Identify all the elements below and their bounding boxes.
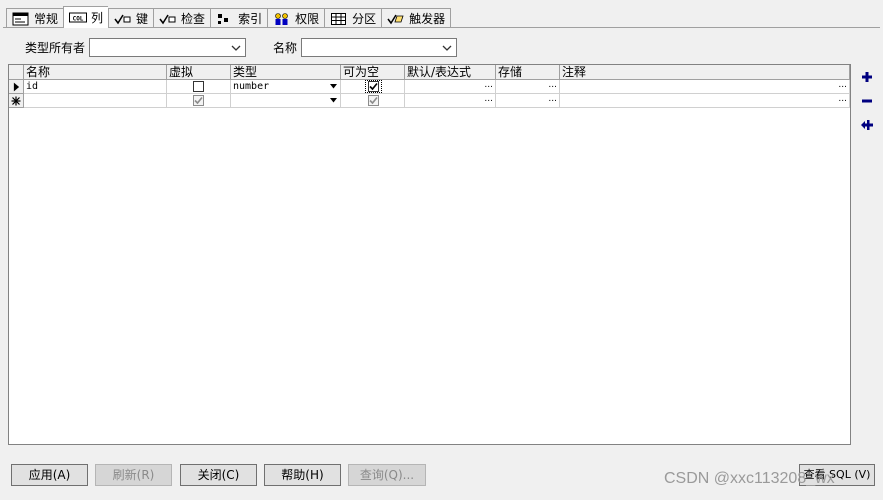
- ellipsis-button[interactable]: ...: [548, 94, 557, 105]
- index-icon: [216, 12, 234, 26]
- tab-columns-label: 列: [91, 11, 104, 25]
- tab-partitions-label: 分区: [352, 12, 377, 26]
- tab-indexes-label: 索引: [238, 12, 263, 26]
- nullable-checkbox[interactable]: [368, 81, 379, 92]
- watermark: CSDN @xxc113208_wx: [664, 470, 835, 487]
- tab-bar: 常规 COL 列 键 检查 索引 权限 分区 触发器: [6, 6, 452, 28]
- refresh-button[interactable]: 刷新(R): [95, 464, 172, 486]
- checkmark-icon: [369, 82, 378, 91]
- add-column-button[interactable]: [859, 69, 875, 85]
- help-button[interactable]: 帮助(H): [264, 464, 341, 486]
- table-row[interactable]: ... ... ...: [9, 94, 850, 108]
- cell-nullable[interactable]: [341, 94, 405, 108]
- dropdown-arrow-icon[interactable]: [330, 84, 337, 89]
- header-virtual[interactable]: 虚拟: [167, 65, 231, 80]
- virtual-checkbox[interactable]: [193, 95, 204, 106]
- cell-storage[interactable]: ...: [496, 80, 560, 94]
- cell-name[interactable]: id: [24, 80, 167, 94]
- ellipsis-button[interactable]: ...: [838, 94, 847, 105]
- tab-checks-label: 检查: [181, 12, 206, 26]
- columns-grid[interactable]: 名称 虚拟 类型 可为空 默认/表达式 存储 注释 id number ...: [8, 64, 851, 445]
- partition-icon: [330, 12, 348, 26]
- privileges-icon: [273, 12, 291, 26]
- type-owner-combo[interactable]: [89, 38, 246, 57]
- tab-general[interactable]: 常规: [6, 8, 64, 28]
- type-name-label: 名称: [273, 41, 298, 55]
- tab-columns[interactable]: COL 列: [63, 6, 109, 28]
- table-row[interactable]: id number ... ... ...: [9, 80, 850, 94]
- cell-default[interactable]: ...: [405, 94, 496, 108]
- tab-partitions[interactable]: 分区: [324, 8, 382, 28]
- nullable-checkbox[interactable]: [368, 95, 379, 106]
- header-comment[interactable]: 注释: [560, 65, 850, 80]
- remove-column-button[interactable]: [859, 93, 875, 109]
- cell-type[interactable]: [231, 94, 341, 108]
- tab-indexes[interactable]: 索引: [210, 8, 268, 28]
- general-icon: [12, 12, 30, 26]
- query-button[interactable]: 查询(Q)...: [348, 464, 426, 486]
- ellipsis-button[interactable]: ...: [548, 80, 557, 91]
- cell-comment[interactable]: ...: [560, 94, 850, 108]
- new-row-icon: [9, 94, 24, 108]
- virtual-checkbox[interactable]: [193, 81, 204, 92]
- cell-comment[interactable]: ...: [560, 80, 850, 94]
- cell-storage[interactable]: ...: [496, 94, 560, 108]
- insert-icon: [861, 120, 873, 130]
- cell-type-value: number: [233, 81, 270, 92]
- plus-icon: [862, 72, 872, 82]
- ellipsis-button[interactable]: ...: [484, 94, 493, 105]
- key-icon: [114, 12, 132, 26]
- header-name[interactable]: 名称: [24, 65, 167, 80]
- tab-general-label: 常规: [34, 12, 59, 26]
- cell-nullable[interactable]: [341, 80, 405, 94]
- tab-privileges-label: 权限: [295, 12, 320, 26]
- header-indicator: [9, 65, 24, 80]
- header-type[interactable]: 类型: [231, 65, 341, 80]
- svg-text:COL: COL: [73, 15, 84, 22]
- dropdown-arrow-icon[interactable]: [330, 98, 337, 103]
- chevron-down-icon: [231, 45, 241, 51]
- cell-type[interactable]: number: [231, 80, 341, 94]
- chevron-down-icon: [442, 45, 452, 51]
- minus-icon: [862, 99, 872, 103]
- close-button[interactable]: 关闭(C): [180, 464, 257, 486]
- cell-default[interactable]: ...: [405, 80, 496, 94]
- tab-keys[interactable]: 键: [108, 8, 154, 28]
- tab-triggers[interactable]: 触发器: [381, 8, 452, 28]
- apply-button[interactable]: 应用(A): [11, 464, 88, 486]
- tab-keys-label: 键: [136, 12, 149, 26]
- cell-name[interactable]: [24, 94, 167, 108]
- checkmark-icon: [194, 96, 203, 105]
- type-owner-label: 类型所有者: [25, 41, 86, 55]
- check-icon: [159, 12, 177, 26]
- cell-virtual[interactable]: [167, 94, 231, 108]
- cell-virtual[interactable]: [167, 80, 231, 94]
- type-name-combo[interactable]: [301, 38, 457, 57]
- header-default[interactable]: 默认/表达式: [405, 65, 496, 80]
- checkmark-icon: [369, 96, 378, 105]
- columns-icon: COL: [69, 11, 88, 25]
- header-nullable[interactable]: 可为空: [341, 65, 405, 80]
- ellipsis-button[interactable]: ...: [484, 80, 493, 91]
- trigger-icon: [387, 12, 405, 26]
- tab-checks[interactable]: 检查: [153, 8, 211, 28]
- tab-privileges[interactable]: 权限: [267, 8, 325, 28]
- grid-header: 名称 虚拟 类型 可为空 默认/表达式 存储 注释: [9, 65, 850, 80]
- current-row-icon: [9, 80, 24, 94]
- tab-triggers-label: 触发器: [409, 12, 446, 26]
- ellipsis-button[interactable]: ...: [838, 80, 847, 91]
- insert-column-button[interactable]: [859, 117, 875, 133]
- header-storage[interactable]: 存储: [496, 65, 560, 80]
